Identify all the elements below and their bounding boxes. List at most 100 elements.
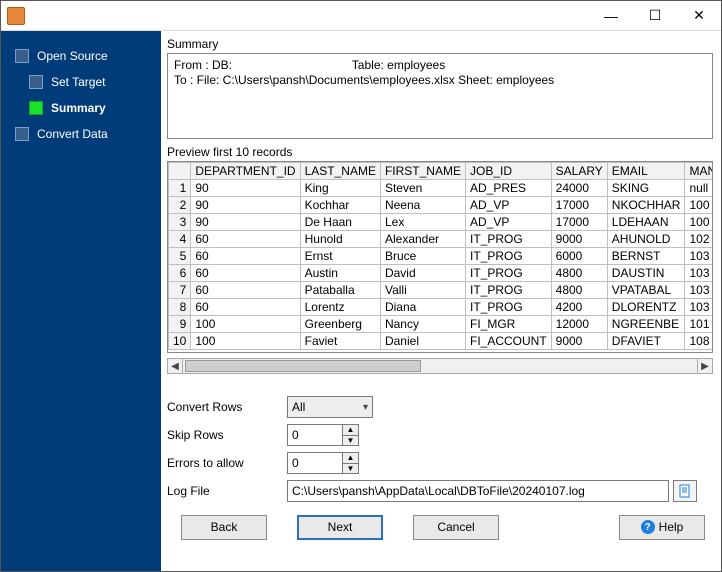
- convert-rows-label: Convert Rows: [167, 400, 287, 414]
- table-cell: 17000: [551, 214, 607, 231]
- sidebar-item-label: Convert Data: [37, 127, 108, 141]
- column-header[interactable]: EMAIL: [607, 163, 685, 180]
- table-cell: 102: [685, 231, 713, 248]
- chevron-down-icon: ▾: [363, 402, 368, 413]
- scroll-track[interactable]: [183, 358, 697, 374]
- convert-rows-select[interactable]: All ▾: [287, 396, 373, 418]
- table-cell: DLORENTZ: [607, 299, 685, 316]
- spin-up-icon[interactable]: ▲: [343, 453, 358, 464]
- spin-up-icon[interactable]: ▲: [343, 425, 358, 436]
- table-row[interactable]: 760PataballaValliIT_PROG4800VPATABAL103: [169, 282, 714, 299]
- rownum-header: [169, 163, 191, 180]
- table-cell: 4800: [551, 282, 607, 299]
- table-cell: Austin: [300, 265, 380, 282]
- table-cell: NKOCHHAR: [607, 197, 685, 214]
- titlebar: — ☐ ✕: [1, 1, 721, 31]
- errors-allow-stepper[interactable]: ▲▼: [287, 452, 359, 474]
- column-header[interactable]: SALARY: [551, 163, 607, 180]
- cancel-button[interactable]: Cancel: [413, 515, 499, 540]
- column-header[interactable]: FIRST_NAME: [380, 163, 465, 180]
- table-row[interactable]: 10100FavietDanielFI_ACCOUNT9000DFAVIET10…: [169, 333, 714, 350]
- table-cell: 6000: [551, 248, 607, 265]
- sidebar-item-set-target[interactable]: Set Target: [1, 69, 161, 95]
- table-row[interactable]: 660AustinDavidIT_PROG4800DAUSTIN103: [169, 265, 714, 282]
- step-node-icon: [29, 101, 43, 115]
- skip-rows-input[interactable]: [288, 425, 342, 445]
- back-button[interactable]: Back: [181, 515, 267, 540]
- row-number: 9: [169, 316, 191, 333]
- help-icon: ?: [641, 520, 655, 534]
- table-cell: IT_PROG: [465, 231, 551, 248]
- row-number: 7: [169, 282, 191, 299]
- table-row[interactable]: 290KochharNeenaAD_VP17000NKOCHHAR100: [169, 197, 714, 214]
- sidebar-item-open-source[interactable]: Open Source: [1, 43, 161, 69]
- table-cell: Neena: [380, 197, 465, 214]
- table-cell: 17000: [551, 197, 607, 214]
- table-cell: 103: [685, 248, 713, 265]
- table-cell: 90: [191, 180, 300, 197]
- table-row[interactable]: 390De HaanLexAD_VP17000LDEHAAN100: [169, 214, 714, 231]
- logfile-browse-button[interactable]: [673, 480, 697, 502]
- table-cell: FI_ACCOUNT: [465, 333, 551, 350]
- help-button[interactable]: ? Help: [619, 515, 705, 540]
- options-form: Convert Rows All ▾ Skip Rows ▲▼ Errors t…: [167, 393, 713, 505]
- minimize-button[interactable]: —: [589, 1, 633, 30]
- row-number: 1: [169, 180, 191, 197]
- scroll-right-icon[interactable]: ▶: [697, 358, 713, 374]
- table-cell: Bruce: [380, 248, 465, 265]
- table-cell: 60: [191, 299, 300, 316]
- row-number: 8: [169, 299, 191, 316]
- column-header[interactable]: JOB_ID: [465, 163, 551, 180]
- maximize-button[interactable]: ☐: [633, 1, 677, 30]
- row-number: 2: [169, 197, 191, 214]
- app-window: — ☐ ✕ Open Source Set Target Summary Con…: [0, 0, 722, 572]
- table-cell: IT_PROG: [465, 248, 551, 265]
- table-cell: 108: [685, 333, 713, 350]
- table-cell: 103: [685, 299, 713, 316]
- table-cell: DFAVIET: [607, 333, 685, 350]
- errors-allow-input[interactable]: [288, 453, 342, 473]
- next-button[interactable]: Next: [297, 515, 383, 540]
- table-row[interactable]: 9100GreenbergNancyFI_MGR12000NGREENBE101: [169, 316, 714, 333]
- wizard-sidebar: Open Source Set Target Summary Convert D…: [1, 31, 161, 571]
- sidebar-item-label: Set Target: [51, 75, 105, 89]
- skip-rows-stepper[interactable]: ▲▼: [287, 424, 359, 446]
- scroll-thumb[interactable]: [185, 360, 421, 372]
- close-button[interactable]: ✕: [677, 1, 721, 30]
- table-cell: King: [300, 180, 380, 197]
- table-cell: Kochhar: [300, 197, 380, 214]
- table-cell: 100: [685, 214, 713, 231]
- main-panel: Summary From : DB: Table: employees To :…: [161, 31, 721, 571]
- table-cell: 60: [191, 231, 300, 248]
- logfile-input[interactable]: [287, 480, 669, 502]
- table-row[interactable]: 460HunoldAlexanderIT_PROG9000AHUNOLD102: [169, 231, 714, 248]
- summary-line-from: From : DB: Table: employees: [174, 58, 445, 72]
- sidebar-item-summary[interactable]: Summary: [1, 95, 161, 121]
- table-cell: AD_PRES: [465, 180, 551, 197]
- table-cell: NGREENBE: [607, 316, 685, 333]
- row-number: 3: [169, 214, 191, 231]
- sidebar-item-convert-data[interactable]: Convert Data: [1, 121, 161, 147]
- table-cell: LDEHAAN: [607, 214, 685, 231]
- table-row[interactable]: 560ErnstBruceIT_PROG6000BERNST103: [169, 248, 714, 265]
- wizard-footer: Back Next Cancel ? Help: [167, 505, 713, 549]
- table-cell: VPATABAL: [607, 282, 685, 299]
- preview-heading: Preview first 10 records: [167, 145, 713, 159]
- spin-down-icon[interactable]: ▼: [343, 464, 358, 474]
- table-row[interactable]: 860LorentzDianaIT_PROG4200DLORENTZ103: [169, 299, 714, 316]
- table-cell: 100: [685, 197, 713, 214]
- scroll-left-icon[interactable]: ◀: [167, 358, 183, 374]
- preview-table: DEPARTMENT_IDLAST_NAMEFIRST_NAMEJOB_IDSA…: [167, 161, 713, 353]
- table-cell: Alexander: [380, 231, 465, 248]
- table-cell: 90: [191, 214, 300, 231]
- table-row[interactable]: 190KingStevenAD_PRES24000SKINGnull: [169, 180, 714, 197]
- column-header[interactable]: LAST_NAME: [300, 163, 380, 180]
- column-header[interactable]: DEPARTMENT_ID: [191, 163, 300, 180]
- spin-down-icon[interactable]: ▼: [343, 436, 358, 446]
- column-header[interactable]: MANAG: [685, 163, 713, 180]
- row-number: 6: [169, 265, 191, 282]
- horizontal-scrollbar[interactable]: ◀ ▶: [167, 357, 713, 375]
- summary-box: From : DB: Table: employees To : File: C…: [167, 53, 713, 139]
- summary-heading: Summary: [167, 37, 713, 51]
- errors-allow-label: Errors to allow: [167, 456, 287, 470]
